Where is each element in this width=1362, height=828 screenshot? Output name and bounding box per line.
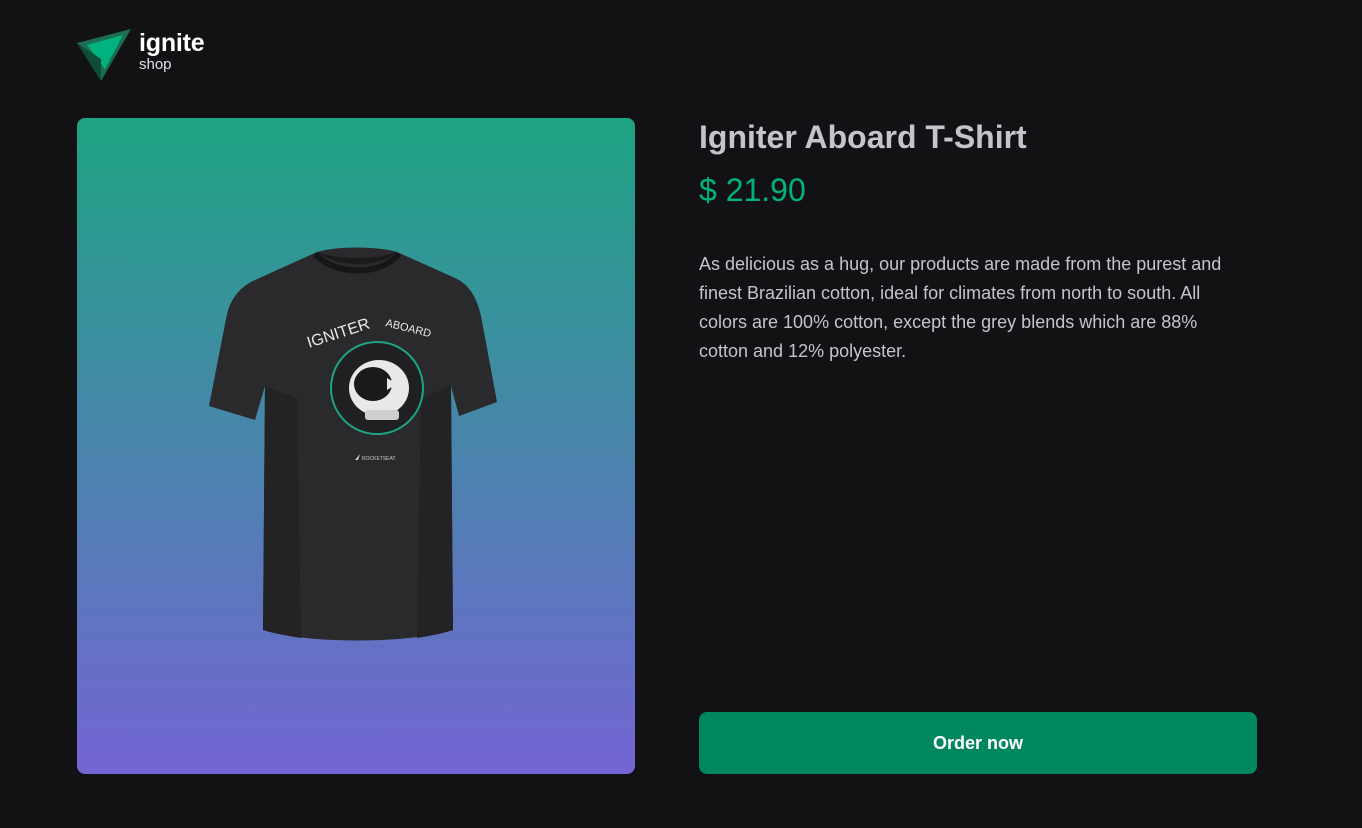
svg-text:ROCKETSEAT: ROCKETSEAT [362, 456, 396, 462]
product-details: Igniter Aboard T-Shirt $ 21.90 As delici… [699, 118, 1257, 774]
site-header: ignite shop [77, 29, 205, 83]
logo-title: ignite [139, 29, 205, 57]
logo-text: ignite shop [139, 29, 205, 73]
triangle-logo-icon [77, 29, 131, 81]
product-title: Igniter Aboard T-Shirt [699, 119, 1027, 155]
product-description: As delicious as a hug, our products are … [699, 254, 1222, 361]
product-page: ignite shop IGNITER ABOARD ROCKETSEAT Ig… [0, 0, 1362, 828]
logo-subtitle: shop [139, 56, 172, 73]
tshirt-image: IGNITER ABOARD ROCKETSEAT [209, 247, 497, 641]
order-now-button[interactable]: Order now [699, 712, 1257, 774]
product-price: $ 21.90 [699, 172, 806, 208]
logo-link[interactable]: ignite shop [77, 29, 205, 83]
product-image-container: IGNITER ABOARD ROCKETSEAT [77, 118, 635, 774]
